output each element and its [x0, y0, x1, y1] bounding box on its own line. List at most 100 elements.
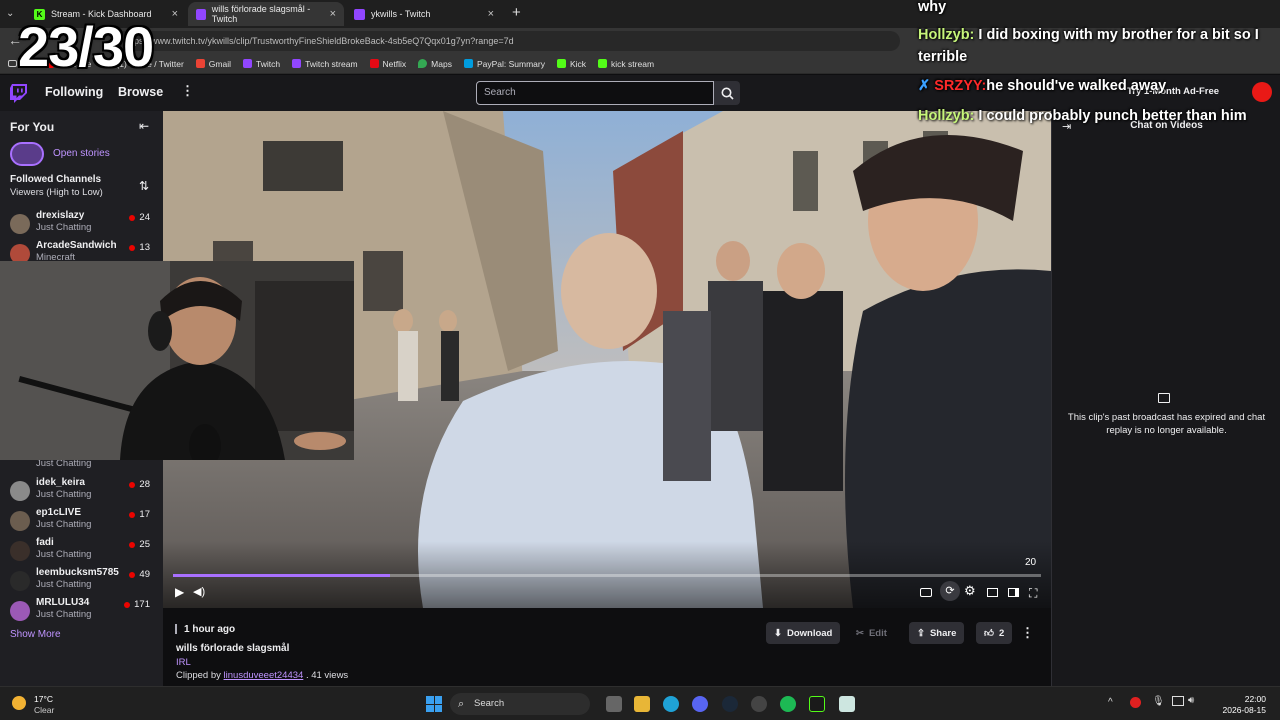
webcam-feed — [0, 261, 354, 460]
fullscreen-icon[interactable]: ⛶ — [1029, 586, 1037, 601]
clip-category-link[interactable]: IRL — [176, 657, 191, 668]
channel-item[interactable]: fadi Just Chatting 25 — [10, 537, 160, 565]
windows-start-icon[interactable] — [426, 696, 442, 712]
viewer-number: 25 — [139, 539, 150, 550]
search-input[interactable]: Search — [476, 81, 714, 105]
netflix-icon — [369, 59, 379, 68]
channel-item[interactable]: leembucksm5785 Just Chatting 49 — [10, 567, 160, 595]
channel-name: ArcadeSandwich — [36, 240, 117, 251]
search-button[interactable] — [714, 81, 740, 105]
spotify-icon[interactable] — [780, 696, 796, 712]
close-icon[interactable]: × — [172, 8, 178, 20]
more-menu-icon[interactable]: ⋮ — [181, 83, 194, 99]
twitch-logo-icon[interactable] — [10, 84, 27, 103]
bookmark-paypal[interactable]: PayPal: Summary — [463, 59, 545, 69]
notepad-icon[interactable] — [839, 696, 855, 712]
loop-icon[interactable]: ⟳ — [940, 581, 960, 601]
tab-list-chevron-icon[interactable]: ⌄ — [6, 8, 14, 19]
volume-icon[interactable]: 🔊︎ — [1188, 695, 1194, 706]
theatre-mode-icon[interactable] — [1008, 588, 1019, 597]
show-more-link[interactable]: Show More — [10, 629, 61, 640]
settings-icon[interactable]: ⚙ — [964, 583, 976, 599]
bookmark-label: Maps — [431, 58, 452, 69]
message-text: he should've walked away — [986, 78, 1167, 94]
tab-search-icon[interactable] — [8, 60, 17, 67]
bookmark-label: Gmail — [208, 58, 231, 69]
microphone-icon[interactable]: 🎙︎ — [1152, 696, 1165, 707]
channel-name: MRLULU34 — [36, 597, 90, 608]
bookmark-twitch[interactable]: Twitch — [243, 59, 280, 69]
sword-badge-icon: ✗ — [918, 78, 931, 94]
collapse-sidebar-icon[interactable]: ⇤ — [139, 119, 149, 133]
clock-time[interactable]: 22:00 — [1210, 694, 1266, 704]
new-tab-icon[interactable]: + — [512, 4, 521, 21]
steam-icon[interactable] — [722, 696, 738, 712]
bookmark-kick-stream[interactable]: kick stream — [598, 59, 654, 69]
stories-avatar[interactable] — [10, 142, 44, 166]
download-button[interactable]: ⬇ Download — [766, 622, 841, 644]
channel-item[interactable]: ep1cLIVE Just Chatting 17 — [10, 507, 160, 535]
live-dot-icon — [129, 214, 136, 221]
channel-item[interactable]: drexislazy Just Chatting 24 — [10, 210, 160, 238]
channel-name: idek_keira — [36, 477, 85, 488]
weather-moon-icon[interactable] — [12, 696, 26, 710]
edit-button[interactable]: ✂ Edit — [848, 622, 895, 644]
bookmark-label: Twitch stream — [305, 58, 358, 69]
volume-icon[interactable]: ◀) — [193, 585, 205, 598]
more-options-icon[interactable]: ⋮ — [1021, 625, 1034, 641]
overlay-chat-line: Hollzyb: I did boxing with my brother fo… — [918, 26, 1259, 44]
file-explorer-icon[interactable] — [634, 696, 650, 712]
avatar — [10, 541, 30, 561]
sort-icon[interactable]: ⇅ — [139, 179, 149, 193]
terminal-icon[interactable] — [809, 696, 825, 712]
bookmark-gmail[interactable]: Gmail — [195, 58, 231, 69]
like-button[interactable]: 👍︎ 2 — [976, 622, 1013, 644]
bookmark-maps[interactable]: Maps — [418, 59, 452, 69]
channel-item[interactable]: idek_keira Just Chatting 28 — [10, 477, 160, 505]
network-icon[interactable] — [1172, 696, 1184, 706]
clapperboard-icon — [1158, 393, 1170, 403]
tab-label: ykwills - Twitch — [371, 9, 431, 19]
nav-browse[interactable]: Browse — [118, 85, 163, 99]
clipped-by-label: Clipped by — [176, 670, 221, 681]
clipper-link[interactable]: linusduveeet24434 — [224, 670, 304, 681]
obs-icon[interactable] — [751, 696, 767, 712]
bookmark-kick[interactable]: Kick — [556, 59, 586, 69]
open-stories-link[interactable]: Open stories — [53, 148, 110, 159]
tab-ykwills[interactable]: ykwills - Twitch × — [346, 2, 502, 26]
live-dot-icon — [129, 571, 136, 578]
live-dot-icon — [129, 244, 136, 251]
close-icon[interactable]: × — [488, 8, 494, 20]
button-label: Download — [786, 627, 833, 639]
taskbar-search[interactable]: ⌕ Search — [450, 693, 590, 715]
clock-date[interactable]: 2026-08-15 — [1200, 705, 1266, 715]
clip-icon[interactable] — [920, 588, 932, 597]
task-view-icon[interactable] — [606, 696, 622, 712]
share-button[interactable]: ⇪ Share — [909, 622, 965, 644]
play-icon[interactable]: ▶ — [175, 585, 184, 599]
channel-item[interactable]: MRLULU34 Just Chatting 171 — [10, 597, 160, 625]
viewer-number: 49 — [139, 569, 150, 580]
edge-icon[interactable] — [663, 696, 679, 712]
bookmark-twitch-stream[interactable]: Twitch stream — [292, 58, 358, 69]
viewer-number: 13 — [139, 242, 150, 253]
viewer-number: 24 — [139, 212, 150, 223]
nav-following[interactable]: Following — [45, 85, 103, 99]
avatar — [10, 481, 30, 501]
maps-icon — [418, 59, 428, 68]
miniplayer-icon[interactable] — [987, 588, 998, 597]
discord-icon[interactable] — [692, 696, 708, 712]
close-icon[interactable]: × — [330, 8, 336, 20]
user-avatar[interactable] — [1252, 82, 1272, 102]
tab-clip[interactable]: wills förlorade slagsmål - Twitch × — [188, 2, 344, 26]
channel-name: fadi — [36, 537, 54, 548]
webcam-overlay — [0, 261, 354, 460]
progress-track[interactable] — [173, 574, 1041, 577]
url-field[interactable]: https://www.twitch.tv/ykwills/clip/Trust… — [110, 31, 900, 51]
tray-chevron-icon[interactable]: ^ — [1108, 697, 1113, 708]
tray-app-icon[interactable] — [1130, 697, 1141, 708]
chat-panel: ⇥ Chat on Videos This clip's past broadc… — [1051, 111, 1280, 686]
bookmark-netflix[interactable]: Netflix — [369, 59, 406, 69]
viewer-count: 28 — [129, 479, 150, 490]
channel-category: Just Chatting — [36, 609, 92, 620]
